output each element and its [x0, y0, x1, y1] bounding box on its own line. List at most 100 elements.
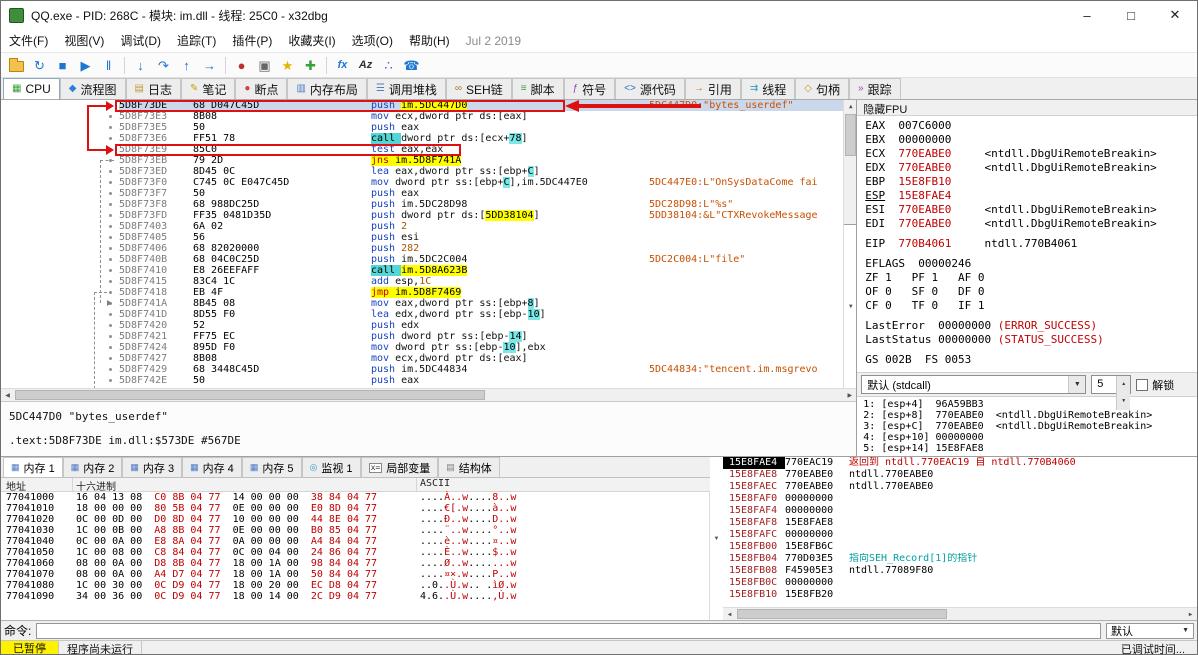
- disasm-row[interactable]: 5D8F7406 68 82020000 push 282: [1, 243, 856, 254]
- dump-tab-locals[interactable]: x= 局部变量: [360, 457, 439, 477]
- registers-pane[interactable]: EAX 007C6000 EBX 00000000 ECX 770EABE0 <nt…: [857, 116, 1197, 372]
- disasm-row[interactable]: 5D8F73FD FF35 0481D35D push dword ptr ds:[…: [1, 210, 856, 221]
- toolbar-step-out-button[interactable]: ↑: [175, 54, 198, 76]
- scroll-down-icon[interactable]: ▼: [710, 456, 723, 620]
- breakpoint-dot[interactable]: [109, 269, 112, 272]
- stack-hscrollbar[interactable]: ◀ ▶: [723, 607, 1197, 620]
- dump-tab-watch-1[interactable]: ◎ 监视 1: [301, 457, 361, 477]
- disasm-row[interactable]: 5D8F7405 56 push esi: [1, 232, 856, 243]
- maximize-button[interactable]: □: [1109, 1, 1153, 29]
- register-line[interactable]: EAX 007C6000: [865, 119, 1189, 133]
- disasm-row[interactable]: 5D8F73F0 C745 0C E047C45D mov dword ptr ss…: [1, 177, 856, 188]
- dump-row[interactable]: 77041050 1C 00 08 00 C8 84 04 77 0C 00 04…: [1, 547, 722, 558]
- disassembly-scrollbar[interactable]: ▲ ▼: [843, 100, 857, 389]
- disasm-row[interactable]: 5D8F7421 FF75 EC push dword ptr ss:[ebp-14…: [1, 331, 856, 342]
- unlock-checkbox[interactable]: 解锁: [1136, 377, 1174, 393]
- toolbar-pause-button[interactable]: ‖: [97, 54, 120, 76]
- disasm-row[interactable]: 5D8F73DE 68 D047C45D push im.5DC447D0 5DC44…: [1, 100, 857, 111]
- breakpoint-dot[interactable]: [109, 159, 112, 162]
- breakpoint-dot[interactable]: [109, 346, 112, 349]
- toolbar-step-over-button[interactable]: ↷: [152, 54, 175, 76]
- stack-row[interactable]: 15E8FB04 770D03E5 指向SEH_Record[1]的指针: [723, 553, 1197, 565]
- menu-item-file[interactable]: 文件(F): [1, 29, 56, 53]
- dump-scrollbar[interactable]: ▲ ▼: [709, 456, 723, 620]
- toolbar-open-file-button[interactable]: [5, 54, 28, 76]
- chevron-down-icon[interactable]: ▼: [1068, 376, 1086, 393]
- tab-notes[interactable]: ✎ 笔记: [180, 78, 236, 99]
- command-input[interactable]: [36, 622, 1101, 639]
- dump-row[interactable]: 77041020 0C 00 0D 00 D0 8D 04 77 10 00 00…: [1, 514, 722, 525]
- breakpoint-dot[interactable]: [109, 247, 112, 250]
- stack-row[interactable]: 15E8FB10 15E8FB20: [723, 589, 1197, 601]
- argument-row[interactable]: 1: [esp+4] 96A59BB3: [863, 399, 1191, 410]
- scroll-down-icon[interactable]: ▼: [844, 224, 857, 389]
- breakpoint-dot[interactable]: [109, 148, 112, 151]
- toolbar-restart-button[interactable]: ↻: [28, 54, 51, 76]
- breakpoint-dot[interactable]: [109, 225, 112, 228]
- stack-row[interactable]: 15E8FAFC 00000000: [723, 529, 1197, 541]
- breakpoint-dot[interactable]: [109, 137, 112, 140]
- disassembly-pane[interactable]: 5D8F73DE 68 D047C45D push im.5DC447D0 5DC44…: [1, 100, 857, 389]
- toolbar-functions-fx-button[interactable]: fx: [331, 54, 354, 76]
- stack-row[interactable]: 15E8FB0C 00000000: [723, 577, 1197, 589]
- disasm-row[interactable]: 5D8F741A 8B45 08 mov eax,dword ptr ss:[ebp…: [1, 298, 856, 309]
- register-line[interactable]: EBX 00000000: [865, 133, 1189, 147]
- stack-row[interactable]: 15E8FAF4 00000000: [723, 505, 1197, 517]
- toolbar-run-to-cursor-button[interactable]: →: [198, 54, 221, 76]
- checkbox-icon[interactable]: [1136, 378, 1149, 391]
- toolbar-stop-button[interactable]: ■: [51, 54, 74, 76]
- breakpoint-dot[interactable]: [109, 302, 112, 305]
- tab-graph[interactable]: ◆ 流程图: [59, 78, 126, 99]
- disasm-row[interactable]: 5D8F73E9 85C0 test eax,eax: [1, 144, 856, 155]
- scrollbar-thumb[interactable]: [15, 390, 485, 401]
- disasm-row[interactable]: 5D8F741D 8D55 F0 lea edx,dword ptr ss:[ebp…: [1, 309, 856, 320]
- stack-row[interactable]: 15E8FAEC 770EABE0 ntdll.770EABE0: [723, 481, 1197, 493]
- disasm-row[interactable]: 5D8F7418 EB 4F jmp im.5D8F7469: [1, 287, 856, 298]
- scroll-left-icon[interactable]: ◀: [723, 608, 736, 620]
- dump-row[interactable]: 77041000 16 04 13 08 C0 8B 04 77 14 00 00…: [1, 492, 722, 503]
- toolbar-phone-button[interactable]: ☎: [400, 54, 423, 76]
- stack-row[interactable]: 15E8FAE8 770EABE0 ntdll.770EABE0: [723, 469, 1197, 481]
- register-line[interactable]: ZF 1 PF 1 AF 0: [865, 271, 1189, 285]
- dump-tab-memory-4[interactable]: ▦ 内存 4: [182, 457, 242, 477]
- menu-item-debug[interactable]: 调试(D): [112, 29, 169, 53]
- stack-row[interactable]: 15E8FAF0 00000000: [723, 493, 1197, 505]
- scroll-up-icon[interactable]: ▲: [844, 100, 856, 113]
- toolbar-step-into-button[interactable]: ↓: [129, 54, 152, 76]
- close-button[interactable]: ✕: [1153, 1, 1197, 29]
- convention-dropdown[interactable]: 默认 (stdcall) ▼: [861, 375, 1087, 394]
- breakpoint-dot[interactable]: [109, 115, 112, 118]
- toolbar-strings-az-button[interactable]: Az: [354, 54, 377, 76]
- dump-tab-memory-1[interactable]: ▦ 内存 1: [3, 457, 63, 477]
- dump-row[interactable]: 77041070 08 00 0A 00 A4 D7 04 77 18 00 1A…: [1, 569, 722, 580]
- toolbar-patches-button[interactable]: ✚: [299, 54, 322, 76]
- breakpoint-dot[interactable]: [109, 368, 112, 371]
- disasm-row[interactable]: 5D8F73E6 FF51 78 call dword ptr ds:[ecx+78…: [1, 133, 856, 144]
- stack-row[interactable]: 15E8FAF8 15E8FAE8: [723, 517, 1197, 529]
- hide-fpu-toggle[interactable]: 隐藏FPU: [857, 100, 1197, 116]
- scroll-right-icon[interactable]: ▶: [1184, 608, 1197, 620]
- register-line[interactable]: ESI 770EABE0 <ntdll.DbgUiRemoteBreakin>: [865, 203, 1189, 217]
- register-line[interactable]: EIP 770B4061 ntdll.770B4061: [865, 237, 1189, 251]
- tab-source[interactable]: <> 源代码: [615, 78, 685, 99]
- register-line[interactable]: ECX 770EABE0 <ntdll.DbgUiRemoteBreakin>: [865, 147, 1189, 161]
- breakpoint-dot[interactable]: [109, 335, 112, 338]
- toolbar-breakpoint-button[interactable]: ●: [230, 54, 253, 76]
- register-line[interactable]: ESP 15E8FAE4: [865, 189, 1189, 203]
- menu-item-view[interactable]: 视图(V): [56, 29, 112, 53]
- disasm-row[interactable]: 5D8F740B 68 04C0C25D push im.5DC2C004 5DC2C…: [1, 254, 856, 265]
- disasm-row[interactable]: 5D8F73F8 68 988DC25D push im.5DC28D98 5DC28…: [1, 199, 856, 210]
- stack-pane[interactable]: 15E8FAE4 770EAC19 返回到 ntdll.770EAC19 自 ntd…: [723, 457, 1197, 620]
- disasm-row[interactable]: 5D8F73EB 79 2D jns im.5D8F741A: [1, 155, 856, 166]
- tab-call-stack[interactable]: ☰ 调用堆栈: [366, 78, 446, 99]
- breakpoint-dot[interactable]: [109, 203, 112, 206]
- breakpoint-dot[interactable]: [109, 214, 112, 217]
- register-line[interactable]: OF 0 SF 0 DF 0: [865, 285, 1189, 299]
- scrollbar-thumb[interactable]: [737, 609, 947, 619]
- toolbar-memory-map-button[interactable]: ▣: [253, 54, 276, 76]
- disasm-row[interactable]: 5D8F7424 895D F0 mov dword ptr ss:[ebp-10]…: [1, 342, 856, 353]
- register-line[interactable]: CF 0 TF 0 IF 1: [865, 299, 1189, 313]
- breakpoint-dot[interactable]: [109, 313, 112, 316]
- toolbar-graph-button[interactable]: ∴: [377, 54, 400, 76]
- breakpoint-dot[interactable]: [109, 104, 112, 107]
